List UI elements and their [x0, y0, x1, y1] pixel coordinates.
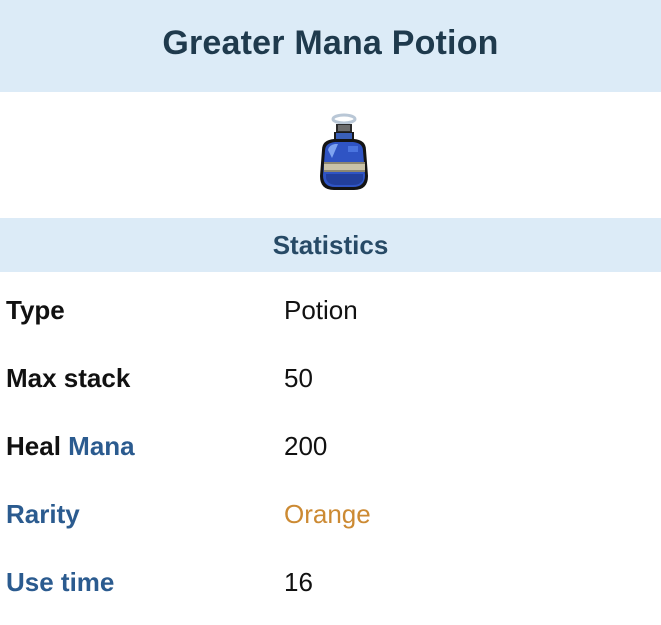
stat-label: Heal Mana [6, 431, 135, 462]
statistics-table: Type Potion Max stack 50 Heal Mana 200 R… [0, 285, 661, 625]
stat-value: Potion [284, 295, 358, 325]
stat-label: Max stack [6, 363, 131, 393]
stat-value: 16 [284, 567, 313, 597]
rarity-value: Orange [284, 499, 371, 529]
statistics-title: Statistics [272, 229, 389, 260]
use-time-link[interactable]: Use time [6, 567, 114, 598]
stat-label-prefix: Heal [6, 431, 61, 461]
item-title: Greater Mana Potion [162, 23, 499, 62]
stat-label: Type [6, 295, 65, 325]
stat-value: 50 [284, 363, 313, 393]
stat-row-max-stack: Max stack 50 [0, 353, 661, 421]
stat-row-use-time: Use time 16 [0, 557, 661, 625]
item-infobox: Greater Mana Potion Statistics Type Poti… [0, 0, 661, 605]
stat-value: 200 [284, 431, 328, 461]
stat-row-rarity: Rarity Orange [0, 489, 661, 557]
rarity-link[interactable]: Rarity [6, 499, 80, 530]
mana-potion-icon [320, 113, 368, 190]
stat-row-heal-mana: Heal Mana 200 [0, 421, 661, 489]
stat-row-type: Type Potion [0, 285, 661, 353]
infobox-title-bar: Greater Mana Potion [0, 0, 661, 92]
item-image-area [0, 92, 661, 218]
statistics-header: Statistics [0, 218, 661, 272]
mana-link[interactable]: Mana [68, 431, 134, 461]
